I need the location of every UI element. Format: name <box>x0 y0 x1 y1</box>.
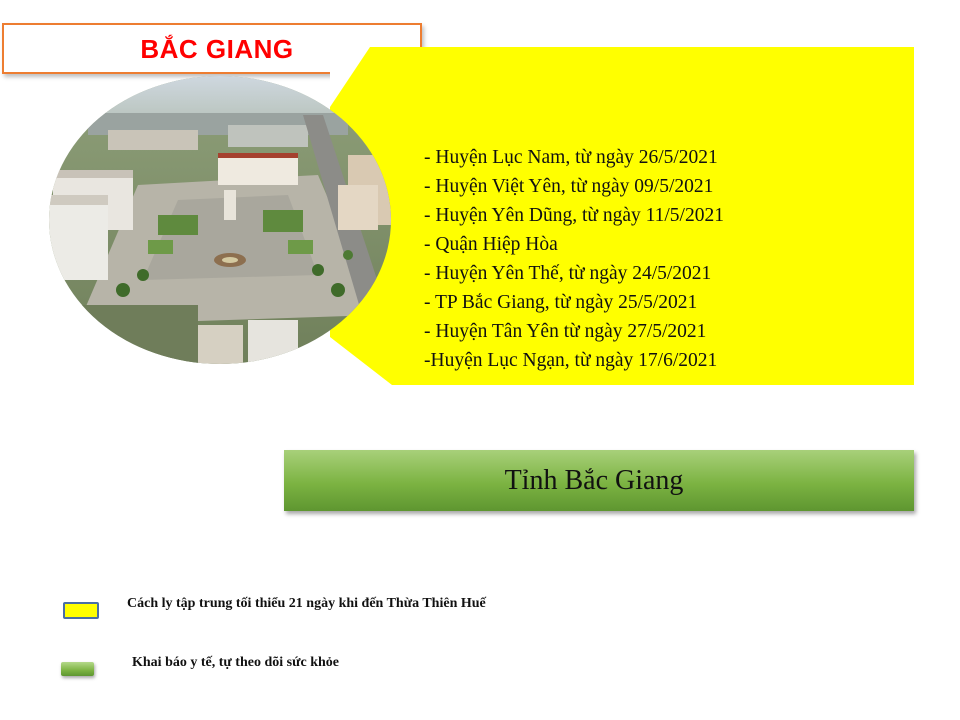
province-label-box: Tỉnh Bắc Giang <box>284 450 914 511</box>
legend-swatch-green <box>61 662 94 676</box>
district-list: - Huyện Lục Nam, từ ngày 26/5/2021 - Huy… <box>424 143 904 375</box>
legend-text-yellow: Cách ly tập trung tối thiểu 21 ngày khi … <box>127 596 486 611</box>
district-item: - Huyện Việt Yên, từ ngày 09/5/2021 <box>424 176 714 197</box>
district-item: - Quận Hiệp Hòa <box>424 234 558 255</box>
city-aerial-photo <box>49 76 391 364</box>
province-label: Tỉnh Bắc Giang <box>504 465 684 496</box>
district-item: - Huyện Yên Thế, từ ngày 24/5/2021 <box>424 263 712 284</box>
district-item: - Huyện Tân Yên từ ngày 27/5/2021 <box>424 321 707 342</box>
district-item: - Huyện Lục Nam, từ ngày 26/5/2021 <box>424 147 718 168</box>
district-item: - Huyện Yên Dũng, từ ngày 11/5/2021 <box>424 205 724 226</box>
district-item: - TP Bắc Giang, từ ngày 25/5/2021 <box>424 292 698 313</box>
legend-swatch-yellow <box>63 602 99 619</box>
district-item: -Huyện Lục Ngạn, từ ngày 17/6/2021 <box>424 350 718 371</box>
legend-text-green: Khai báo y tế, tự theo dõi sức khỏe <box>132 655 339 670</box>
